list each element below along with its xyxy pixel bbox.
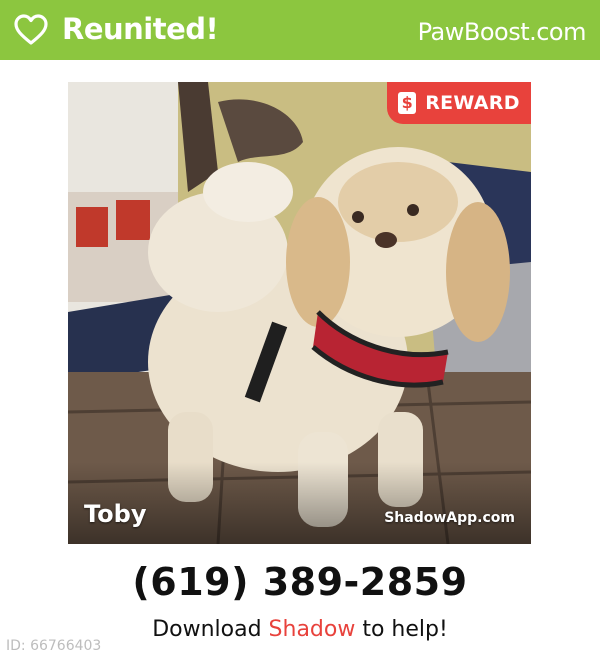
pet-photo-illustration: [68, 82, 531, 544]
reward-label: REWARD: [425, 92, 520, 114]
listing-id: ID: 66766403: [6, 638, 102, 654]
download-suffix: to help!: [355, 617, 448, 642]
status-title: Reunited!: [62, 12, 219, 46]
header-bar: Reunited! PawBoost.com: [0, 0, 600, 60]
dollar-icon: $: [398, 92, 417, 114]
app-url: ShadowApp.com: [384, 510, 515, 526]
pet-name: Toby: [84, 500, 147, 528]
reward-badge: $ REWARD: [387, 82, 531, 124]
contact-phone[interactable]: (619) 389-2859: [0, 560, 600, 604]
pet-photo: $ REWARD Toby ShadowApp.com: [68, 82, 531, 544]
shadow-app-link[interactable]: Shadow: [269, 617, 356, 642]
brand-link[interactable]: PawBoost.com: [418, 18, 587, 46]
download-prefix: Download: [152, 617, 269, 642]
heart-icon: [14, 14, 48, 45]
